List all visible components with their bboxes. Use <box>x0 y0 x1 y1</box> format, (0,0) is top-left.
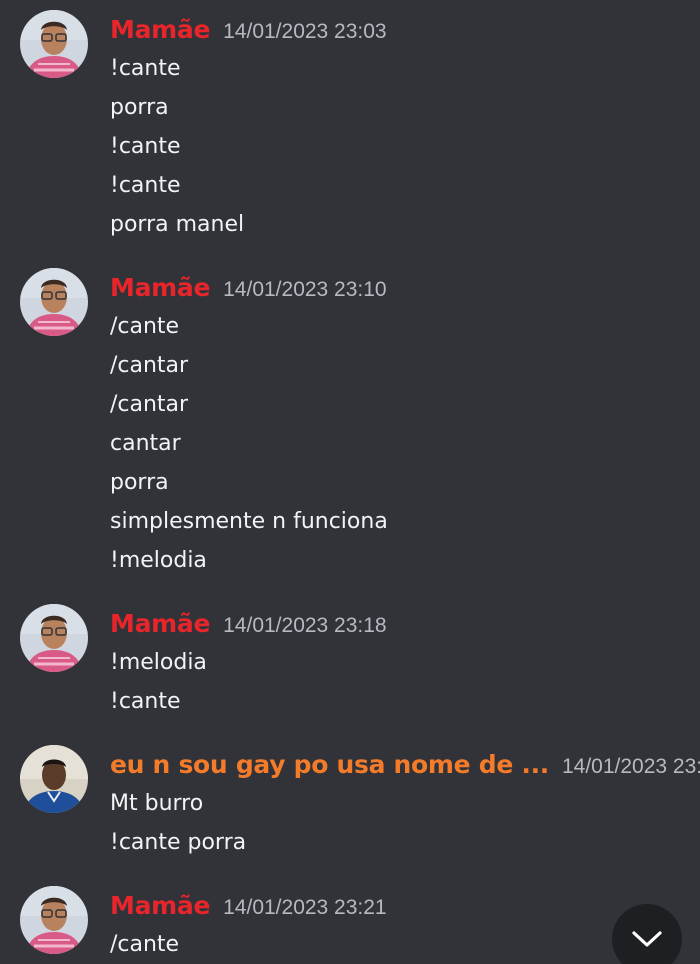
message-body: Mt burro !cante porra <box>110 784 246 862</box>
message-line: cantar <box>110 431 181 456</box>
user-avatar[interactable] <box>20 745 88 813</box>
message-body: /cante <box>110 925 179 964</box>
message-header: Mamãe 14/01/2023 23:21 <box>110 886 387 926</box>
timestamp: 14/01/2023 23:10 <box>223 278 387 301</box>
user-avatar[interactable] <box>20 10 88 78</box>
message-body: !cante porra !cante !cante porra manel <box>110 49 244 244</box>
message-line: !cante <box>110 689 181 714</box>
timestamp: 14/01/2023 23:18 <box>223 614 387 637</box>
username[interactable]: Mamãe <box>110 886 210 926</box>
username[interactable]: Mamãe <box>110 10 210 50</box>
message-header: Mamãe 14/01/2023 23:10 <box>110 268 387 308</box>
username[interactable]: Mamãe <box>110 604 210 644</box>
message-header: eu n sou gay po usa nome de ... 14/01/20… <box>110 745 700 785</box>
timestamp: 14/01/2023 23:21 <box>223 896 387 919</box>
timestamp: 14/01/2023 23:19 <box>561 755 700 778</box>
avatar-mamae-icon <box>20 10 88 78</box>
timestamp: 14/01/2023 23:03 <box>223 20 387 43</box>
chat-message-list[interactable]: Mamãe 14/01/2023 23:03 !cante porra !can… <box>0 0 700 964</box>
user-avatar[interactable] <box>20 886 88 954</box>
message-body: !melodia !cante <box>110 643 207 721</box>
avatar-mamae-icon <box>20 886 88 954</box>
user-avatar[interactable] <box>20 604 88 672</box>
message-header: Mamãe 14/01/2023 23:03 <box>110 10 387 50</box>
message-line: /cantar <box>110 392 189 417</box>
avatar-mamae-icon <box>20 268 88 336</box>
message-line: /cante <box>110 932 180 957</box>
message-body: /cante /cantar /cantar cantar porra simp… <box>110 307 388 580</box>
message-line: /cantar <box>110 353 189 378</box>
message-line: !cante <box>110 56 181 81</box>
chevron-down-icon <box>632 931 662 947</box>
message-line: Mt burro <box>110 791 204 816</box>
message-line: porra <box>110 470 169 495</box>
avatar-mamae-icon <box>20 604 88 672</box>
message-line: !cante <box>110 173 181 198</box>
message-line: !cante <box>110 134 181 159</box>
message-line: porra manel <box>110 212 245 237</box>
message-header: Mamãe 14/01/2023 23:18 <box>110 604 387 644</box>
message-line: !melodia <box>110 650 207 675</box>
message-line: !cante porra <box>110 830 247 855</box>
message-line: /cante <box>110 314 180 339</box>
username[interactable]: Mamãe <box>110 268 210 308</box>
user-avatar[interactable] <box>20 268 88 336</box>
message-line: simplesmente n funciona <box>110 509 388 534</box>
jump-to-bottom-button[interactable] <box>612 904 682 964</box>
avatar-other-icon <box>20 745 88 813</box>
message-line: !melodia <box>110 548 207 573</box>
message-line: porra <box>110 95 169 120</box>
username[interactable]: eu n sou gay po usa nome de ... <box>110 745 549 785</box>
